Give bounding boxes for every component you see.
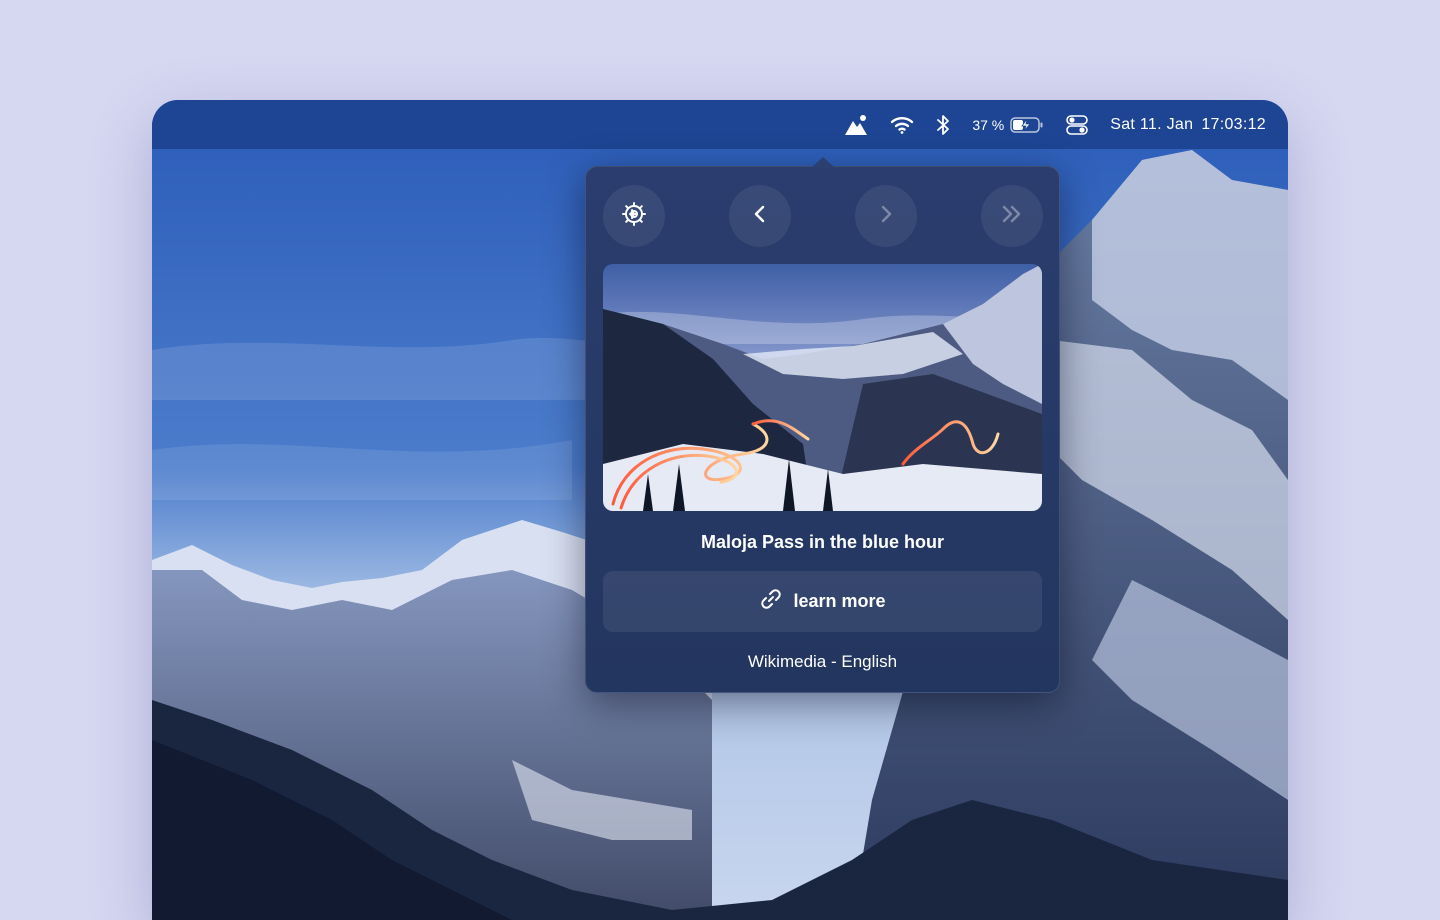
previous-button[interactable] [729,185,791,247]
clock-date: Sat 11. Jan [1110,115,1194,133]
menu-bar-clock[interactable]: Sat 11. Jan 17:03:12 [1110,116,1266,134]
gear-icon [621,201,647,232]
wallpaper-source: Wikimedia - English [747,652,898,671]
popover-toolbar [603,185,1043,247]
chevron-left-icon [750,204,770,229]
learn-more-label: learn more [793,591,886,611]
desktop-screen: 37 % Sat 11. Jan 17:03:12 Maloja Pass in… [152,100,1288,920]
mountain-icon[interactable] [844,114,868,136]
settings-button[interactable] [603,185,665,247]
battery-status[interactable]: 37 % [972,116,1044,134]
next-button[interactable] [855,185,917,247]
battery-icon [1010,116,1044,134]
chevron-right-icon [876,204,896,229]
double-chevron-right-icon [1000,204,1024,229]
latest-button[interactable] [981,185,1043,247]
wallpaper-popover: Maloja Pass in the blue hour learn more … [585,157,1060,693]
popover-arrow [811,157,835,168]
wallpaper-title: Maloja Pass in the blue hour [700,532,945,552]
link-icon [759,587,783,616]
wifi-icon[interactable] [890,116,914,134]
wallpaper-thumbnail[interactable] [603,264,1042,511]
bluetooth-icon[interactable] [936,114,950,136]
menu-bar: 37 % Sat 11. Jan 17:03:12 [152,100,1288,149]
clock-time: 17:03:12 [1201,115,1266,133]
control-center-icon[interactable] [1066,114,1089,135]
learn-more-button[interactable]: learn more [603,571,1042,632]
battery-percent: 37 % [972,116,1005,133]
